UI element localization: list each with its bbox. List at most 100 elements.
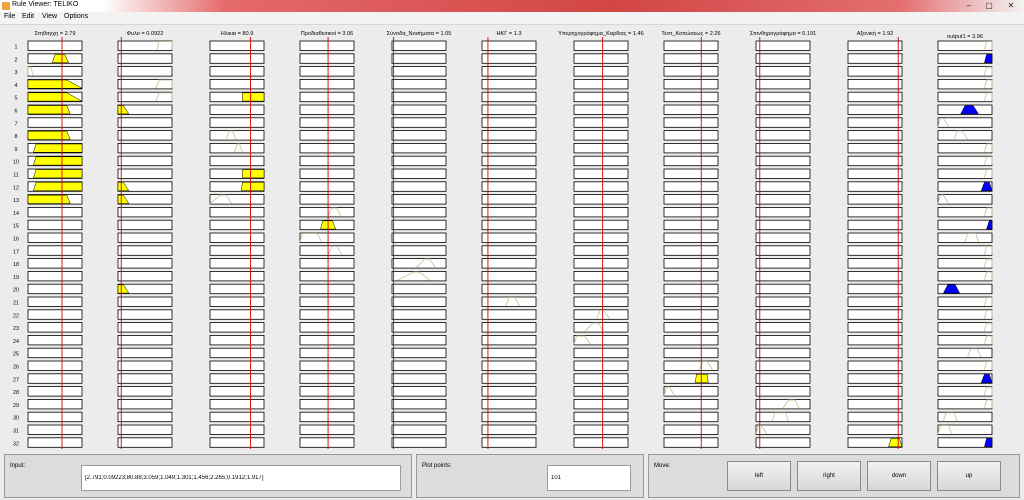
rule-cell[interactable]	[481, 53, 537, 64]
rule-cell[interactable]	[27, 206, 83, 218]
rule-number[interactable]: 15	[13, 224, 19, 230]
rule-cell[interactable]	[847, 194, 903, 205]
rule-cell[interactable]	[847, 40, 903, 51]
rule-cell[interactable]	[573, 373, 629, 384]
rule-cell[interactable]	[481, 232, 537, 243]
rule-cell[interactable]	[481, 309, 537, 320]
rule-cell[interactable]	[755, 309, 811, 320]
rule-cell[interactable]	[27, 322, 83, 333]
rule-cell[interactable]	[391, 360, 447, 371]
rule-cell[interactable]	[573, 309, 629, 320]
rule-cell[interactable]	[299, 194, 355, 205]
rule-cell[interactable]	[391, 245, 447, 256]
rule-cell[interactable]	[937, 143, 993, 154]
rule-cell[interactable]	[299, 104, 355, 115]
rule-cell[interactable]	[847, 130, 903, 141]
rule-cell[interactable]	[937, 360, 993, 371]
rule-cell[interactable]	[755, 411, 811, 423]
rule-cell[interactable]	[573, 53, 629, 64]
rule-number[interactable]: 30	[13, 416, 19, 422]
rule-cell[interactable]	[117, 155, 173, 167]
rule-cell[interactable]	[847, 91, 903, 103]
rule-cell[interactable]	[299, 66, 355, 77]
rule-cell[interactable]	[755, 232, 811, 243]
rule-cell[interactable]	[209, 398, 265, 410]
rule-cell[interactable]	[937, 270, 993, 282]
rule-cell[interactable]	[937, 91, 993, 103]
rule-cell[interactable]	[937, 155, 993, 167]
rule-cell[interactable]	[663, 424, 719, 435]
rule-cell[interactable]	[27, 232, 83, 243]
rule-cell[interactable]	[391, 79, 447, 90]
rule-cell[interactable]	[117, 143, 173, 154]
rule-cell[interactable]	[847, 270, 903, 282]
rule-cell[interactable]	[209, 130, 265, 141]
rule-cell[interactable]	[755, 386, 811, 397]
rule-cell[interactable]	[117, 386, 173, 397]
rule-cell[interactable]	[209, 194, 265, 205]
rule-cell[interactable]	[573, 219, 629, 231]
rule-cell[interactable]	[481, 219, 537, 231]
rule-cell[interactable]	[847, 424, 903, 435]
rule-cell[interactable]	[117, 296, 173, 307]
rule-cell[interactable]	[755, 437, 811, 448]
rule-cell[interactable]	[209, 322, 265, 333]
rule-cell[interactable]	[391, 258, 447, 269]
rule-cell[interactable]	[299, 386, 355, 397]
rule-cell[interactable]	[847, 143, 903, 154]
plot-points-field[interactable]	[548, 466, 630, 490]
rule-cell[interactable]	[573, 66, 629, 77]
variable-label-9[interactable]: Σπινθηρογράφημα = 0.191	[750, 30, 816, 37]
rule-cell[interactable]	[481, 194, 537, 205]
rule-cell[interactable]	[27, 296, 83, 307]
rule-cell[interactable]	[663, 66, 719, 77]
rule-cell[interactable]	[573, 130, 629, 141]
rule-cell[interactable]	[755, 270, 811, 282]
rule-cell[interactable]	[937, 66, 993, 77]
rule-cell[interactable]	[573, 40, 629, 51]
rule-cell[interactable]	[117, 411, 173, 423]
rule-cell[interactable]	[755, 258, 811, 269]
rule-cell[interactable]	[481, 334, 537, 346]
variable-label-5[interactable]: Σύνοδα_Νοσήματα = 1.05	[387, 30, 452, 37]
rule-cell[interactable]	[847, 360, 903, 371]
rule-cell[interactable]	[391, 206, 447, 218]
rule-number[interactable]: 27	[13, 377, 19, 383]
rule-cell[interactable]	[937, 334, 993, 346]
rule-cell[interactable]	[847, 245, 903, 256]
rule-cell[interactable]	[755, 334, 811, 346]
rule-cell[interactable]	[937, 79, 993, 90]
rule-cell[interactable]	[663, 309, 719, 320]
rule-cell[interactable]	[299, 79, 355, 90]
rule-cell[interactable]	[209, 437, 265, 448]
rule-cell[interactable]	[299, 360, 355, 371]
maximize-icon[interactable]: ▢	[982, 0, 996, 11]
rule-cell[interactable]	[299, 181, 355, 192]
rule-cell[interactable]	[209, 219, 265, 231]
rule-number[interactable]: 3	[15, 70, 18, 76]
rule-cell[interactable]	[847, 181, 903, 192]
rule-cell[interactable]	[391, 130, 447, 141]
rule-cell[interactable]	[27, 386, 83, 397]
variable-label-2[interactable]: Φυλο = 0.0922	[127, 31, 164, 37]
rule-cell[interactable]	[27, 40, 83, 51]
rule-cell[interactable]	[299, 91, 355, 103]
rule-cell[interactable]	[209, 258, 265, 269]
variable-label-6[interactable]: ΗΚΓ = 1.3	[496, 31, 521, 37]
rule-cell[interactable]	[937, 206, 993, 218]
rule-cell[interactable]	[117, 245, 173, 256]
rule-cell[interactable]	[663, 296, 719, 307]
rule-cell[interactable]	[481, 437, 537, 448]
menu-edit[interactable]: Edit	[22, 13, 34, 20]
rule-cell[interactable]	[299, 398, 355, 410]
rule-cell[interactable]	[573, 194, 629, 205]
rule-cell[interactable]	[299, 53, 355, 64]
rule-cell[interactable]	[391, 143, 447, 154]
rule-cell[interactable]	[27, 334, 83, 346]
rule-cell[interactable]	[299, 270, 355, 282]
rule-cell[interactable]	[209, 360, 265, 371]
rule-cell[interactable]	[391, 283, 447, 295]
rule-cell[interactable]	[847, 66, 903, 77]
rule-cell[interactable]	[117, 334, 173, 346]
rule-cell[interactable]	[663, 91, 719, 103]
